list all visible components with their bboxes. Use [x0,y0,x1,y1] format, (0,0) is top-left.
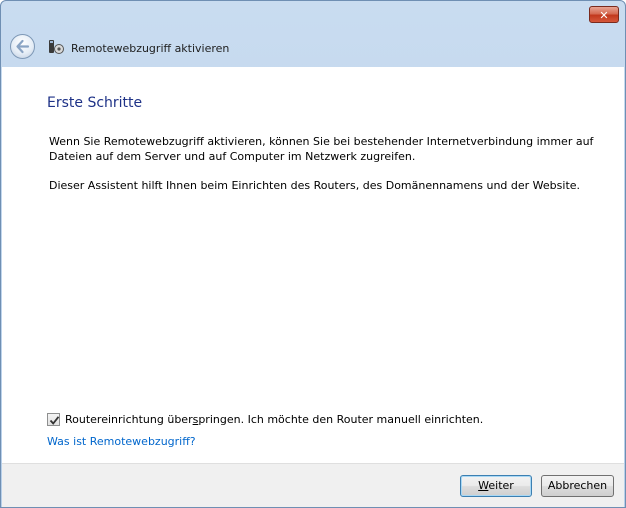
remote-access-icon [49,40,64,54]
navigation-bar: Remotewebzugriff aktivieren [1,31,625,67]
checkmark-icon [49,416,60,425]
wizard-window: ✕ Remotewebzugriff aktivieren Erste Schr… [0,0,626,508]
content-area: Erste Schritte Wenn Sie Remotewebzugriff… [2,67,624,463]
close-button[interactable]: ✕ [589,6,619,23]
intro-paragraph: Wenn Sie Remotewebzugriff aktivieren, kö… [49,135,594,163]
skip-router-label[interactable]: Routereinrichtung überspringen. Ich möch… [65,413,483,426]
next-button[interactable]: Weiter [460,475,532,497]
wizard-title: Remotewebzugriff aktivieren [71,42,230,55]
next-button-label: eiter [488,479,514,492]
cancel-button[interactable]: Abbrechen [541,475,614,497]
help-link[interactable]: Was ist Remotewebzugriff? [47,435,196,448]
next-button-accel: W [478,479,489,492]
back-button[interactable] [10,34,35,59]
skip-router-checkbox[interactable] [47,413,60,426]
button-bar: Weiter Abbrechen [2,463,624,507]
skip-router-label-after: pringen. Ich möchte den Router manuell e… [198,413,484,426]
skip-router-label-before: Routereinrichtung über [65,413,193,426]
title-bar: ✕ [1,1,625,31]
page-title: Erste Schritte [47,95,143,111]
wizard-description: Dieser Assistent hilft Ihnen beim Einric… [49,179,581,192]
back-arrow-icon [16,39,30,54]
